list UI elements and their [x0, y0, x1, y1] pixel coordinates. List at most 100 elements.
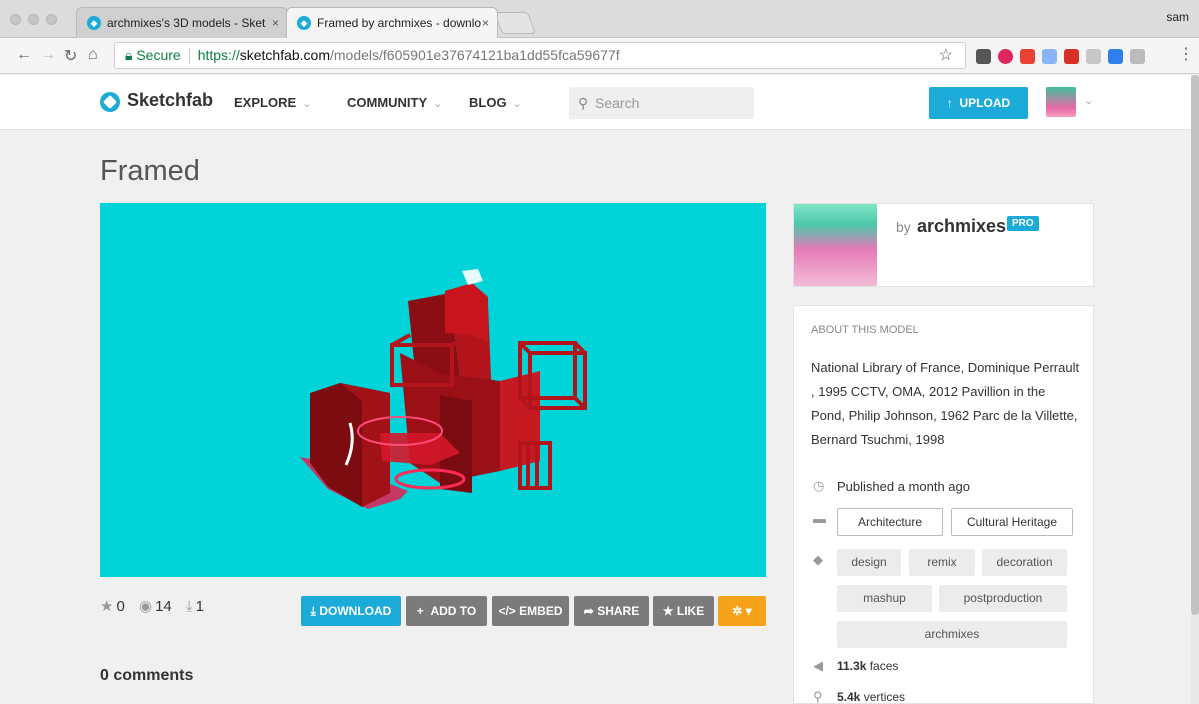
search-placeholder: Search: [595, 95, 640, 111]
browser-tab-active[interactable]: ◆ Framed by archmixes - downlo ×: [286, 7, 498, 38]
share-arrow-icon: ➦: [583, 604, 594, 618]
model-stats: ★ 0 ◉ 14 ⤓ 1: [100, 597, 214, 615]
download-icon: ⤓: [310, 604, 316, 618]
nav-explore-label: EXPLORE: [234, 95, 297, 110]
nav-blog[interactable]: BLOG ⌄: [469, 95, 522, 110]
extension-t-icon[interactable]: [976, 49, 991, 64]
tag-design[interactable]: design: [837, 549, 901, 576]
chevron-down-icon: ⌄: [302, 98, 312, 110]
star-icon: ★: [662, 604, 674, 618]
upload-arrow-icon: ↑: [946, 96, 953, 110]
browser-tab[interactable]: ◆ archmixes's 3D models - Sket ×: [76, 7, 288, 38]
like-button[interactable]: ★ LIKE: [653, 596, 714, 626]
add-to-button[interactable]: + ADD TO: [406, 596, 487, 626]
embed-label: EMBED: [519, 604, 563, 618]
author-by-label: by: [896, 219, 911, 235]
chevron-down-icon: ⌄: [433, 98, 443, 110]
settings-dropdown-button[interactable]: ✲ ▾: [718, 596, 766, 626]
secure-label: Secure: [136, 47, 181, 63]
pinterest-icon[interactable]: [998, 49, 1013, 64]
author-card: by archmixes: [793, 203, 1094, 287]
sketchfab-logo-icon[interactable]: [100, 92, 120, 112]
back-arrow-icon[interactable]: ←: [16, 46, 32, 64]
search-icon: ⚲: [578, 95, 589, 111]
likes-count: 0: [116, 598, 125, 615]
camera-icon[interactable]: [1130, 49, 1145, 64]
url-bar[interactable]: 🔒︎ Secure https://sketchfab.com/models/f6…: [114, 42, 966, 69]
docs-icon[interactable]: [1042, 49, 1057, 64]
tag-remix[interactable]: remix: [909, 549, 975, 576]
download-label: DOWNLOAD: [319, 604, 392, 618]
star-icon: ★: [100, 598, 114, 615]
download-button[interactable]: ⤓ DOWNLOAD: [301, 596, 401, 626]
tag-archmixes[interactable]: archmixes: [837, 621, 1067, 648]
downloads-count: 1: [195, 598, 204, 615]
author-thumbnail[interactable]: [794, 204, 877, 286]
vertices-count: 5.4k vertices: [837, 690, 905, 704]
nav-community[interactable]: COMMUNITY ⌄: [347, 95, 442, 110]
home-icon[interactable]: ⌂: [88, 46, 98, 64]
extension-bars-icon[interactable]: [1064, 49, 1079, 64]
extension-cloud-icon[interactable]: [1086, 49, 1101, 64]
likes-stat: ★ 0: [100, 597, 125, 615]
clock-icon: ◷: [813, 478, 825, 493]
extension-g-icon[interactable]: [1020, 49, 1035, 64]
page-scrollbar-thumb[interactable]: [1191, 75, 1199, 615]
about-heading: ABOUT THIS MODEL: [811, 324, 919, 336]
tag-decoration[interactable]: decoration: [982, 549, 1067, 576]
faces-count: 11.3k faces: [837, 659, 898, 673]
url-path: /models/f605901e37674121ba1dd55fca59677f: [330, 47, 620, 63]
reload-icon[interactable]: ↻: [64, 46, 77, 66]
window-zoom-button[interactable]: [46, 14, 57, 25]
url-scheme: https://: [197, 47, 240, 63]
tab-title: archmixes's 3D models - Sket: [107, 16, 266, 30]
tab-close-icon[interactable]: ×: [482, 8, 489, 38]
browser-tab-bar: ◆ archmixes's 3D models - Sket × ◆ Frame…: [0, 0, 1199, 38]
plus-icon: +: [416, 604, 424, 618]
sketchfab-favicon-icon: ◆: [87, 16, 101, 30]
embed-button[interactable]: </> EMBED: [492, 596, 569, 626]
3d-model-render[interactable]: [100, 203, 766, 577]
vertices-icon: ⚲: [813, 689, 823, 704]
faces-label: faces: [869, 659, 899, 673]
search-input[interactable]: ⚲ Search: [569, 87, 754, 119]
nav-explore[interactable]: EXPLORE ⌄: [234, 95, 311, 110]
bookmark-star-icon[interactable]: ☆: [939, 43, 953, 68]
window-close-button[interactable]: [10, 14, 21, 25]
category-architecture[interactable]: Architecture: [837, 508, 943, 536]
tag-postproduction[interactable]: postproduction: [939, 585, 1067, 612]
tab-close-icon[interactable]: ×: [272, 8, 279, 38]
site-header: Sketchfab EXPLORE ⌄ COMMUNITY ⌄ BLOG ⌄ ⚲ Se…: [0, 75, 1199, 130]
new-tab-button[interactable]: [493, 12, 537, 34]
caret-down-icon: ▾: [745, 604, 752, 618]
site-logo-text[interactable]: Sketchfab: [127, 90, 213, 111]
nav-community-label: COMMUNITY: [347, 95, 428, 110]
tag-mashup[interactable]: mashup: [837, 585, 932, 612]
comments-count: 0 comments: [100, 667, 194, 684]
user-avatar[interactable]: [1046, 87, 1076, 117]
browser-menu-icon[interactable]: ⋮: [1178, 44, 1194, 64]
share-label: SHARE: [597, 604, 640, 618]
sketchfab-favicon-icon: ◆: [297, 16, 311, 30]
lock-icon: 🔒︎: [125, 47, 133, 63]
model-viewer[interactable]: [100, 203, 766, 577]
forward-arrow-icon[interactable]: →: [40, 46, 56, 64]
chevron-down-icon[interactable]: ⌄: [1084, 94, 1093, 107]
gear-icon: ✲: [732, 604, 743, 618]
url-divider: [188, 48, 190, 65]
vertices-value: 5.4k: [837, 690, 861, 704]
views-count: 14: [155, 598, 172, 615]
downloads-stat: ⤓ 1: [186, 598, 204, 615]
views-stat: ◉ 14: [139, 597, 172, 615]
window-minimize-button[interactable]: [28, 14, 39, 25]
pro-badge: PRO: [1007, 216, 1039, 231]
code-icon: </>: [498, 604, 516, 618]
browser-user-label[interactable]: sam: [1166, 10, 1189, 24]
category-cultural-heritage[interactable]: Cultural Heritage: [951, 508, 1073, 536]
author-name-link[interactable]: archmixes: [917, 216, 1006, 237]
add-to-label: ADD TO: [430, 604, 477, 618]
upload-button[interactable]: ↑ UPLOAD: [929, 87, 1028, 119]
share-button[interactable]: ➦ SHARE: [574, 596, 649, 626]
tag-icon: ◆: [813, 552, 823, 567]
extension-arrow-icon[interactable]: [1108, 49, 1123, 64]
